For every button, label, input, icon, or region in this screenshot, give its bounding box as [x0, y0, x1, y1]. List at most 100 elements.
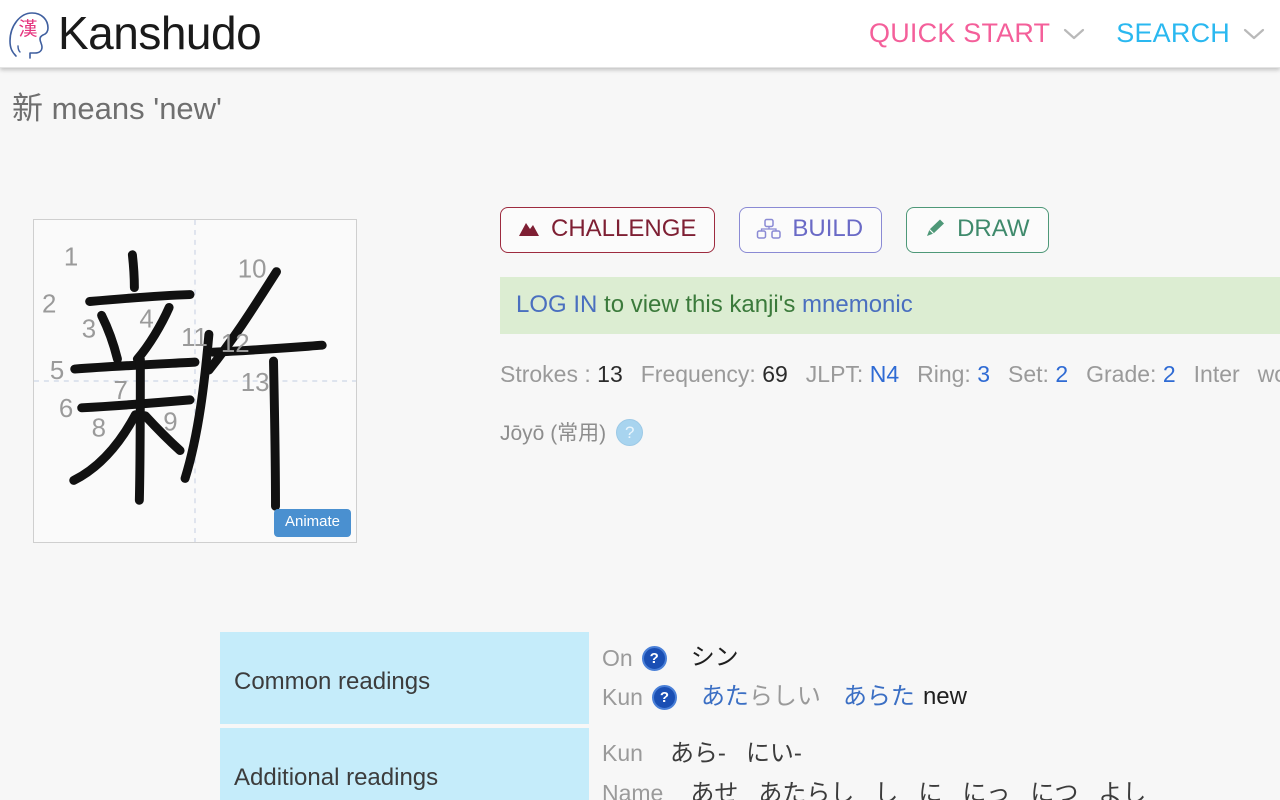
stat-jlpt-label: JLPT: — [805, 360, 864, 387]
challenge-button[interactable]: CHALLENGE — [500, 206, 716, 253]
stat-frequency: Frequency: 69 — [641, 361, 788, 387]
additional-line-kun: Kun あら- にい- — [602, 740, 1280, 767]
additional-kun-tag: Kun — [602, 740, 643, 767]
joyo-help-icon[interactable]: ? — [616, 418, 644, 446]
chevron-down-icon[interactable] — [1242, 27, 1266, 41]
chevron-down-icon[interactable] — [1062, 27, 1086, 41]
name-reading-shi[interactable]: し — [874, 781, 898, 800]
kanji-stats: Strokes : 13 Frequency: 69 JLPT: N4 Ring: 3… — [500, 358, 1280, 391]
name-reading-nitsu[interactable]: につ — [1030, 781, 1078, 800]
mountain-icon — [517, 220, 541, 238]
joyo-status: Jōyō (常用) ? — [500, 417, 1280, 447]
stroke-order-diagram[interactable]: 1 2 3 4 5 6 7 8 9 10 11 12 13 Animate — [33, 218, 357, 543]
nav-item-search[interactable]: SEARCH — [1116, 18, 1266, 49]
stat-strokes-value: 13 — [597, 360, 623, 387]
draw-button[interactable]: DRAW — [906, 206, 1049, 253]
stat-grade: Grade: 2 — [1086, 361, 1176, 387]
main-nav: QUICK START SEARCH — [839, 18, 1280, 49]
kun-reading-arata[interactable]: あらた — [843, 685, 915, 709]
kun-reading-stem: あた — [700, 683, 749, 711]
name-reading-nit[interactable]: にっ — [962, 781, 1010, 800]
draw-label: DRAW — [957, 214, 1030, 242]
reading-line-on: On ? シン — [602, 644, 1280, 671]
reading-line-kun: Kun ? あたらしい あらた new — [602, 684, 1280, 710]
name-reading-ni[interactable]: に — [918, 781, 942, 800]
stroke-number: 5 — [50, 357, 64, 385]
build-label: BUILD — [792, 214, 864, 242]
stroke-number: 3 — [82, 315, 96, 343]
stat-jlpt: JLPT: N4 — [806, 361, 899, 387]
stroke-number: 6 — [59, 395, 73, 423]
kanji-info-table: Common readings On ? シン Kun ? あたらしい あらた … — [220, 631, 1280, 800]
joyo-label: Jōyō (常用) — [500, 422, 607, 446]
page-root: 漢 Kanshudo QUICK START SEARCH 新 means 'n… — [0, 0, 1280, 800]
svg-text:漢: 漢 — [18, 18, 37, 40]
common-readings-value: On ? シン Kun ? あたらしい あらた new — [589, 632, 1280, 724]
name-reading-yoshi[interactable]: よし — [1098, 781, 1146, 800]
animate-button[interactable]: Animate — [273, 509, 351, 537]
build-button[interactable]: BUILD — [739, 206, 883, 253]
table-row-common-readings: Common readings On ? シン Kun ? あたらしい あらた … — [220, 631, 1280, 724]
stat-set-value[interactable]: 2 — [1055, 361, 1068, 387]
stat-grade-value[interactable]: 2 — [1163, 361, 1176, 387]
brand[interactable]: 漢 Kanshudo — [0, 8, 262, 60]
mnemonic-link[interactable]: mnemonic — [802, 291, 913, 318]
kun-help-icon[interactable]: ? — [651, 684, 677, 710]
additional-kun-ara[interactable]: あら- — [670, 741, 726, 766]
page-title-rest: means 'new' — [43, 91, 222, 126]
stat-set-label: Set: — [1008, 360, 1049, 387]
on-help-icon[interactable]: ? — [641, 645, 667, 671]
on-tag: On — [602, 644, 633, 671]
additional-readings-value: Kun あら- にい- Name あせ あたらし し に にっ につ よし — [589, 728, 1280, 800]
stat-internal-truncated: Inter — [1193, 360, 1240, 387]
stat-grade-label: Grade: — [1086, 360, 1157, 387]
additional-kun-nii[interactable]: にい- — [746, 741, 802, 766]
on-reading-shin[interactable]: シン — [691, 646, 739, 670]
name-reading-atarashi[interactable]: あたらし — [758, 781, 854, 800]
kun-readings: あたらしい あらた new — [701, 685, 967, 709]
additional-name-readings: あせ あたらし し に にっ につ よし — [690, 781, 1146, 800]
stat-ring-label: Ring: — [917, 360, 971, 387]
additional-name-tag: Name — [602, 780, 664, 800]
additional-line-name: Name あせ あたらし し に にっ につ よし — [602, 780, 1280, 800]
page-title: 新 means 'new' — [0, 68, 1280, 129]
stat-frequency-label: Frequency: — [640, 360, 756, 387]
table-row-additional-readings: Additional readings Kun あら- にい- Name あせ — [220, 727, 1280, 800]
stroke-number: 10 — [238, 255, 267, 283]
kanji-head-logo-icon: 漢 — [6, 8, 52, 60]
action-button-row: CHALLENGE BUILD DRAW — [500, 206, 1280, 253]
stroke-number: 4 — [139, 305, 153, 333]
stroke-number: 2 — [42, 290, 56, 318]
login-banner: LOG IN to view this kanji's mnemonic — [500, 276, 1280, 334]
stroke-number: 1 — [64, 243, 78, 271]
blocks-icon — [756, 218, 782, 240]
stat-frequency-value: 69 — [762, 360, 788, 387]
login-banner-text: to view this kanji's — [597, 290, 803, 318]
stat-ring: Ring: 3 — [917, 361, 990, 387]
stat-set: Set: 2 — [1008, 361, 1068, 387]
stat-ring-value[interactable]: 3 — [977, 361, 990, 387]
challenge-label: CHALLENGE — [551, 214, 697, 242]
pencil-icon — [923, 218, 947, 240]
stroke-number: 12 — [221, 330, 250, 358]
stroke-number: 11 — [181, 324, 208, 352]
common-readings-label: Common readings — [220, 631, 589, 724]
nav-quick-start-label: QUICK START — [869, 18, 1051, 48]
stroke-number: 8 — [92, 414, 106, 442]
stat-strokes: Strokes : 13 — [500, 361, 623, 387]
stroke-number: 13 — [241, 369, 270, 397]
stat-jlpt-value[interactable]: N4 — [870, 361, 899, 387]
additional-readings-label: Additional readings — [220, 727, 589, 800]
log-in-link[interactable]: LOG IN — [516, 291, 597, 318]
stat-strokes-label: Strokes : — [500, 360, 591, 387]
stroke-number: 9 — [163, 408, 177, 436]
stat-words-wrapped: words — [1257, 360, 1280, 387]
additional-kun-readings: あら- にい- — [670, 741, 802, 766]
kun-reading-atarashii[interactable]: あたらしい — [701, 685, 821, 709]
nav-search-label: SEARCH — [1116, 18, 1230, 48]
kun-meaning-new: new — [922, 683, 967, 711]
name-reading-ase[interactable]: あせ — [690, 781, 738, 800]
nav-item-quick-start[interactable]: QUICK START — [869, 18, 1086, 49]
page-title-kanji: 新 — [12, 91, 43, 126]
on-readings: シン — [691, 646, 739, 670]
